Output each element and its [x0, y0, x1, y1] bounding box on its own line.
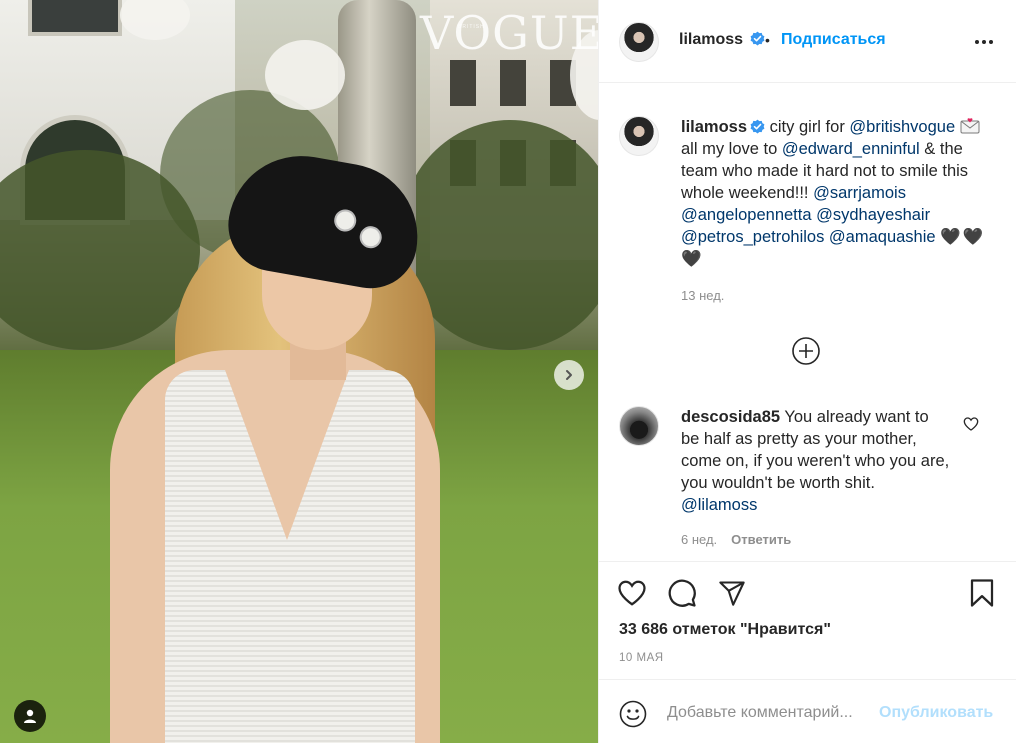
next-photo-button[interactable]	[554, 360, 584, 390]
more-icon	[989, 40, 993, 44]
vogue-watermark: VOGUE	[420, 6, 598, 60]
commenter-avatar[interactable]	[619, 406, 659, 446]
verified-icon	[750, 119, 765, 134]
bookmark-icon	[970, 579, 994, 607]
heart-icon	[618, 580, 646, 606]
post-photo: VOGUE BRITISH	[0, 0, 598, 743]
comment-meta: 6 нед. Ответить	[681, 532, 791, 547]
more-options-button[interactable]	[969, 28, 999, 56]
caption-timestamp[interactable]: 13 нед.	[681, 288, 724, 303]
building-window	[450, 60, 476, 106]
mention-link[interactable]: @petros_petrohilos	[681, 228, 824, 246]
follow-button[interactable]: Подписаться	[781, 31, 886, 49]
heart-icon[interactable]	[963, 416, 979, 432]
comment-timestamp[interactable]: 6 нед.	[681, 532, 717, 547]
mention-link[interactable]: @britishvogue	[849, 118, 955, 136]
reply-button[interactable]: Ответить	[731, 532, 791, 547]
building-window	[500, 60, 526, 106]
comment-text: descosida85 You already want to be half …	[681, 406, 951, 516]
verified-icon	[751, 31, 765, 46]
plus-circle-icon[interactable]	[791, 336, 821, 366]
comment-input[interactable]	[667, 698, 875, 728]
mention-link[interactable]: @sarrjamois	[813, 184, 906, 202]
envelope-icon	[960, 118, 980, 134]
mention-link[interactable]: @amaquashie	[829, 228, 936, 246]
share-button[interactable]	[715, 576, 749, 610]
author-avatar[interactable]	[619, 22, 659, 62]
more-icon	[982, 40, 986, 44]
beret-pin	[332, 207, 358, 234]
comment-icon	[668, 579, 696, 607]
building-window	[28, 0, 122, 36]
caption-line2: all my love to	[681, 140, 782, 158]
author-username-link[interactable]: lilamoss	[679, 31, 765, 49]
author-avatar[interactable]	[619, 116, 659, 156]
caption-line1: city girl for	[769, 118, 850, 136]
caption-text: lilamoss city girl for @britishvogue all…	[681, 116, 986, 270]
mention-link[interactable]: @sydhayeshair	[816, 206, 930, 224]
commenter-username[interactable]: descosida85	[681, 408, 780, 426]
user-tags-button[interactable]	[14, 700, 46, 732]
add-comment-form: Опубликовать	[599, 679, 1016, 743]
author-username: lilamoss	[679, 31, 744, 48]
publish-button[interactable]: Опубликовать	[879, 704, 993, 722]
mention-link[interactable]: @edward_enninful	[782, 140, 920, 158]
mention-link[interactable]: @angelopennetta	[681, 206, 812, 224]
emoji-icon[interactable]	[619, 700, 647, 728]
more-icon	[975, 40, 979, 44]
comments-section: lilamoss city girl for @britishvogue all…	[599, 84, 1016, 560]
user-tag-icon	[24, 709, 36, 723]
blossom	[265, 40, 345, 110]
post-header: lilamoss • Подписаться	[599, 0, 1016, 83]
mention-link[interactable]: @lilamoss	[681, 496, 757, 514]
post-actions: 33 686 отметок "Нравится" 10 МАЯ	[599, 561, 1016, 679]
beret-pin	[357, 224, 384, 250]
vogue-watermark-sub: BRITISH	[458, 24, 485, 30]
likes-count[interactable]: 33 686 отметок "Нравится"	[619, 621, 831, 639]
save-button[interactable]	[965, 576, 999, 610]
chevron-right-icon	[566, 370, 572, 380]
share-icon	[719, 581, 745, 606]
comment-button[interactable]	[665, 576, 699, 610]
caption-username[interactable]: lilamoss	[681, 118, 747, 136]
dress-neckline	[225, 370, 349, 540]
post-details-panel: lilamoss • Подписаться lilamoss city gir…	[598, 0, 1016, 743]
header-separator: •	[765, 32, 770, 48]
instagram-post: VOGUE BRITISH lilamoss • Подписаться lil…	[0, 0, 1016, 743]
post-date[interactable]: 10 МАЯ	[619, 652, 664, 664]
like-button[interactable]	[615, 576, 649, 610]
